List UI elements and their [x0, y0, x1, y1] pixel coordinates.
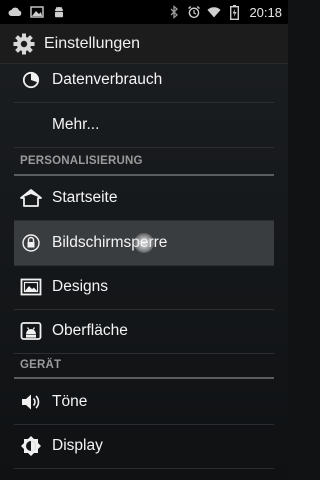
section-header-personalization: PERSONALISIERUNG — [20, 155, 143, 167]
home-icon — [20, 187, 42, 209]
image-icon — [20, 276, 42, 298]
section-header-device: GERÄT — [20, 359, 62, 371]
settings-item-designs[interactable]: Designs — [14, 265, 274, 309]
alarm-icon — [187, 5, 201, 19]
section-divider — [14, 377, 274, 379]
settings-item-label: Oberfläche — [52, 322, 128, 339]
clock: 20:18 — [249, 4, 282, 20]
battery-icon — [227, 4, 241, 20]
gear-icon[interactable] — [10, 30, 38, 58]
android-icon — [20, 320, 42, 342]
image-icon — [30, 5, 44, 19]
action-bar: Einstellungen — [0, 24, 288, 64]
data-usage-icon — [20, 69, 42, 91]
android-icon — [52, 5, 66, 19]
settings-item-label: Designs — [52, 278, 108, 295]
settings-list: Datenverbrauch Mehr... PERSONALISIERUNG … — [0, 64, 288, 480]
settings-item-interface[interactable]: Oberfläche — [14, 309, 274, 353]
lock-icon — [20, 232, 42, 254]
bluetooth-icon — [167, 5, 181, 19]
settings-item-data-usage[interactable]: Datenverbrauch — [14, 64, 274, 102]
cloud-icon — [8, 5, 22, 19]
settings-item-label: Datenverbrauch — [52, 71, 163, 88]
status-bar: 20:18 — [0, 0, 288, 24]
settings-item-label: Töne — [52, 393, 88, 410]
page-title: Einstellungen — [44, 34, 141, 52]
settings-item-label: Startseite — [52, 189, 118, 206]
settings-item-more[interactable]: Mehr... — [14, 103, 274, 147]
settings-item-sounds[interactable]: Töne — [14, 380, 274, 424]
brightness-icon — [20, 435, 42, 457]
volume-icon — [20, 391, 42, 413]
touch-indicator — [134, 233, 154, 253]
wifi-icon — [207, 5, 222, 19]
settings-item-home[interactable]: Startseite — [14, 176, 274, 220]
settings-item-label: Mehr... — [52, 116, 100, 133]
settings-item-display[interactable]: Display — [14, 424, 274, 468]
settings-item-screen-lock[interactable]: Bildschirmsperre — [14, 221, 274, 265]
settings-item-label: Display — [52, 437, 103, 454]
divider — [14, 468, 274, 469]
